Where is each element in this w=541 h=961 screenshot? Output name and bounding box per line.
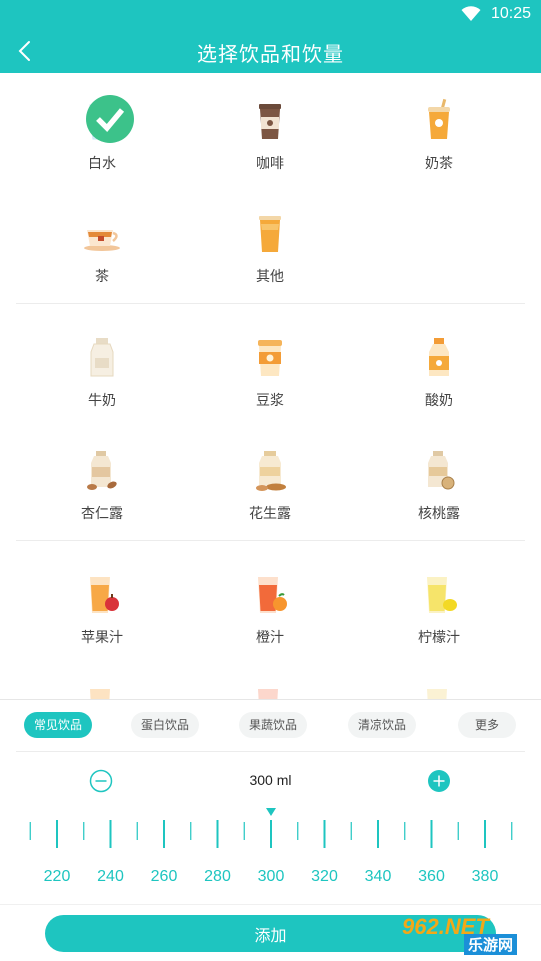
coffee-cup-icon <box>246 97 294 145</box>
ruler-label: 220 <box>43 868 71 885</box>
drink-label: 白水 <box>88 155 116 171</box>
almond-drink-icon <box>78 447 126 495</box>
tab-cooling[interactable]: 清凉饮品 <box>348 712 417 738</box>
drink-label: 花生露 <box>249 505 291 521</box>
drink-item-peanut[interactable]: 花生露 <box>180 447 360 523</box>
juice-glass-icon <box>415 683 463 699</box>
tab-more[interactable]: 更多 <box>458 712 516 738</box>
other-drink-icon <box>246 210 294 258</box>
drink-item-partial <box>12 683 192 699</box>
ruler-label: 300 <box>257 868 285 885</box>
wifi-icon <box>461 6 481 21</box>
ruler-pointer-icon <box>266 808 276 816</box>
drink-item-milk[interactable]: 牛奶 <box>12 334 192 410</box>
page-title: 选择饮品和饮量 <box>197 44 344 66</box>
drink-item-milk-tea[interactable]: 奶茶 <box>349 97 529 173</box>
drink-item-water[interactable]: 白水 <box>12 95 192 173</box>
drink-label: 酸奶 <box>425 392 453 408</box>
drink-item-orange-juice[interactable]: 橙汁 <box>180 571 360 647</box>
amount-value: 300 ml <box>249 772 292 788</box>
ruler-label: 340 <box>364 868 392 885</box>
lemon-juice-icon <box>415 571 463 619</box>
drink-grid: 白水 咖啡 奶茶 茶 其他 牛奶 豆浆 酸奶 杏仁露 花生露 核桃露 苹果汁 橙… <box>0 73 541 699</box>
drink-item-partial <box>349 683 529 699</box>
milk-bottle-icon <box>78 334 126 382</box>
ruler-label: 320 <box>311 868 338 885</box>
drink-label: 牛奶 <box>88 392 116 408</box>
ruler-label: 360 <box>418 868 445 885</box>
drink-label: 咖啡 <box>256 155 284 171</box>
drink-item-other[interactable]: 其他 <box>180 210 360 286</box>
ruler-label: 240 <box>97 868 124 885</box>
section-divider <box>16 303 525 304</box>
walnut-drink-icon <box>415 447 463 495</box>
tab-divider <box>16 751 525 752</box>
ruler-label: 260 <box>150 868 178 885</box>
drink-item-yogurt[interactable]: 酸奶 <box>349 334 529 410</box>
drink-item-soy-milk[interactable]: 豆浆 <box>180 334 360 410</box>
amount-control: 300 ml <box>0 768 541 796</box>
status-time: 10:25 <box>490 5 531 22</box>
apple-juice-icon <box>78 571 126 619</box>
juice-glass-icon <box>78 683 126 699</box>
drink-label: 苹果汁 <box>81 629 123 645</box>
drink-item-partial <box>180 683 360 699</box>
drink-item-apple-juice[interactable]: 苹果汁 <box>12 571 192 647</box>
selected-check-icon <box>86 95 134 143</box>
ruler-ticks <box>29 808 513 848</box>
tab-common[interactable]: 常见饮品 <box>24 712 93 738</box>
drink-label: 奶茶 <box>425 155 453 171</box>
drink-label: 其他 <box>256 268 284 284</box>
drink-item-coffee[interactable]: 咖啡 <box>180 97 360 173</box>
drink-label: 杏仁露 <box>81 505 123 521</box>
watermark-site-name: 乐游网 <box>464 934 518 955</box>
drink-item-tea[interactable]: 茶 <box>12 210 192 286</box>
tea-cup-icon <box>78 210 126 258</box>
drink-label: 茶 <box>95 268 109 284</box>
status-bar: 10:25 <box>0 0 541 28</box>
water-glass-icon <box>78 95 134 145</box>
drink-label: 核桃露 <box>418 505 460 521</box>
ruler-label: 380 <box>471 868 499 885</box>
drink-label: 豆浆 <box>256 392 284 408</box>
peanut-drink-icon <box>246 447 294 495</box>
milk-tea-icon <box>415 97 463 145</box>
ruler-label: 280 <box>204 868 231 885</box>
yogurt-bottle-icon <box>415 334 463 382</box>
app-bar: 选择饮品和饮量 <box>0 28 541 73</box>
drink-item-walnut[interactable]: 核桃露 <box>349 447 529 523</box>
tab-fruit-veg[interactable]: 果蔬饮品 <box>239 712 308 738</box>
volume-ruler[interactable]: 220 240 260 280 300 320 340 360 380 <box>0 806 541 896</box>
site-watermark: 962.NET 乐游网 <box>402 914 538 958</box>
bottom-divider <box>0 904 541 905</box>
drink-item-almond[interactable]: 杏仁露 <box>12 447 192 523</box>
soy-milk-icon <box>246 334 294 382</box>
orange-juice-icon <box>246 571 294 619</box>
drink-label: 橙汁 <box>256 629 284 645</box>
drink-label: 柠檬汁 <box>418 629 460 645</box>
tab-protein[interactable]: 蛋白饮品 <box>131 712 200 738</box>
drink-item-lemon-juice[interactable]: 柠檬汁 <box>349 571 529 647</box>
juice-glass-icon <box>246 683 294 699</box>
category-tabs: 常见饮品 蛋白饮品 果蔬饮品 清凉饮品 更多 <box>0 712 541 740</box>
section-divider <box>16 540 525 541</box>
plus-icon[interactable] <box>427 769 451 793</box>
